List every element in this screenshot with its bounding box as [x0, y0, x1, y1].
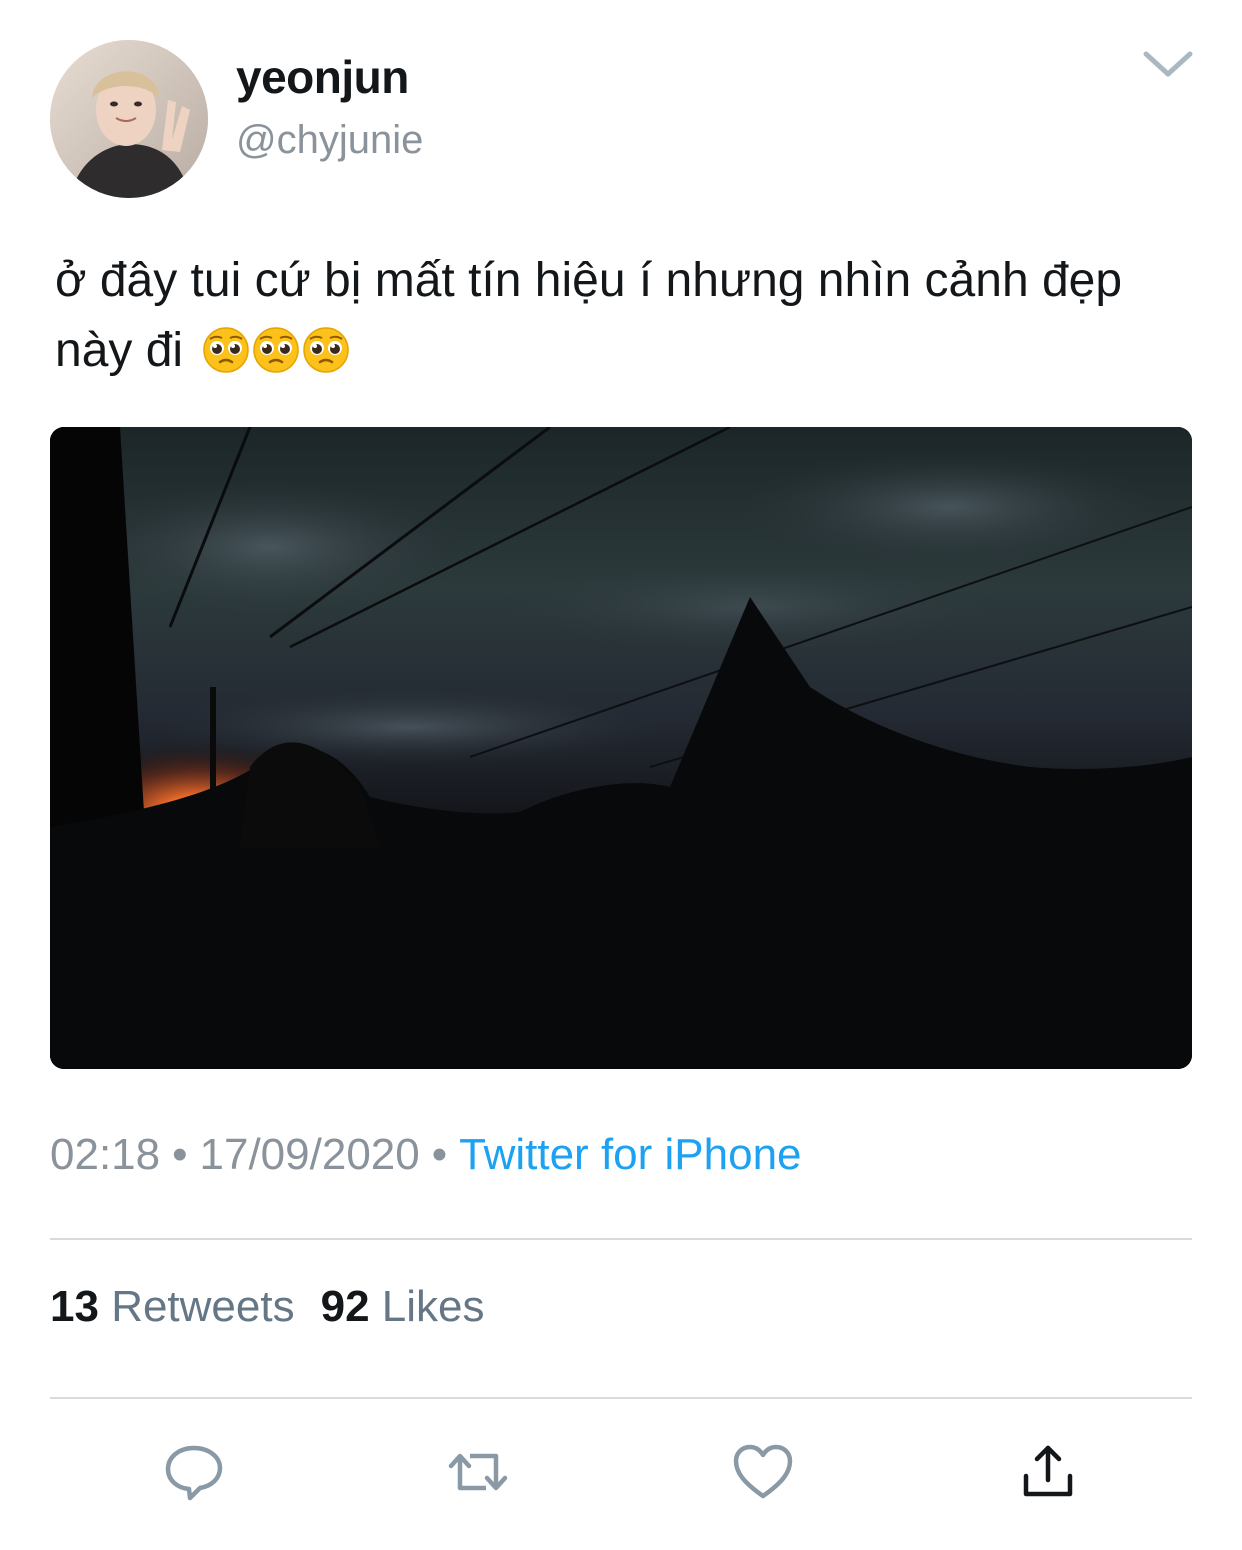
user-handle[interactable]: @chyjunie: [236, 118, 423, 163]
reply-icon[interactable]: [162, 1440, 226, 1504]
likes-stat[interactable]: 92 Likes: [321, 1282, 485, 1331]
retweet-icon[interactable]: [446, 1440, 510, 1504]
pleading-face-icon: [252, 324, 300, 394]
tweet-source-link[interactable]: Twitter for iPhone: [459, 1130, 801, 1179]
likes-count: 92: [320, 1282, 370, 1331]
retweets-label: Retweets: [111, 1282, 295, 1331]
share-icon[interactable]: [1016, 1440, 1080, 1504]
divider: [50, 1238, 1192, 1240]
tweet-metadata: 02:18 • 17/09/2020 • Twitter for iPhone: [50, 1130, 802, 1180]
tweet-photo[interactable]: [50, 427, 1192, 1069]
retweets-count: 13: [50, 1282, 99, 1331]
divider: [50, 1397, 1192, 1399]
like-icon[interactable]: [731, 1440, 795, 1504]
emoji-group: [202, 324, 352, 394]
pleading-face-icon: [202, 324, 250, 394]
chevron-down-icon[interactable]: [1140, 44, 1196, 84]
tweet-time: 02:18: [50, 1130, 161, 1179]
avatar[interactable]: [50, 40, 208, 198]
retweets-stat[interactable]: 13 Retweets: [50, 1282, 295, 1331]
separator-dot: •: [431, 1130, 448, 1179]
display-name[interactable]: yeonjun: [236, 50, 409, 104]
engagement-stats: 13 Retweets 92 Likes: [50, 1282, 485, 1332]
pleading-face-icon: [302, 324, 350, 394]
tweet-date: 17/09/2020: [199, 1130, 420, 1179]
tweet-text: ở đây tui cứ bị mất tín hiệu í nhưng nhì…: [55, 246, 1205, 394]
likes-label: Likes: [381, 1282, 485, 1331]
separator-dot: •: [172, 1130, 188, 1179]
